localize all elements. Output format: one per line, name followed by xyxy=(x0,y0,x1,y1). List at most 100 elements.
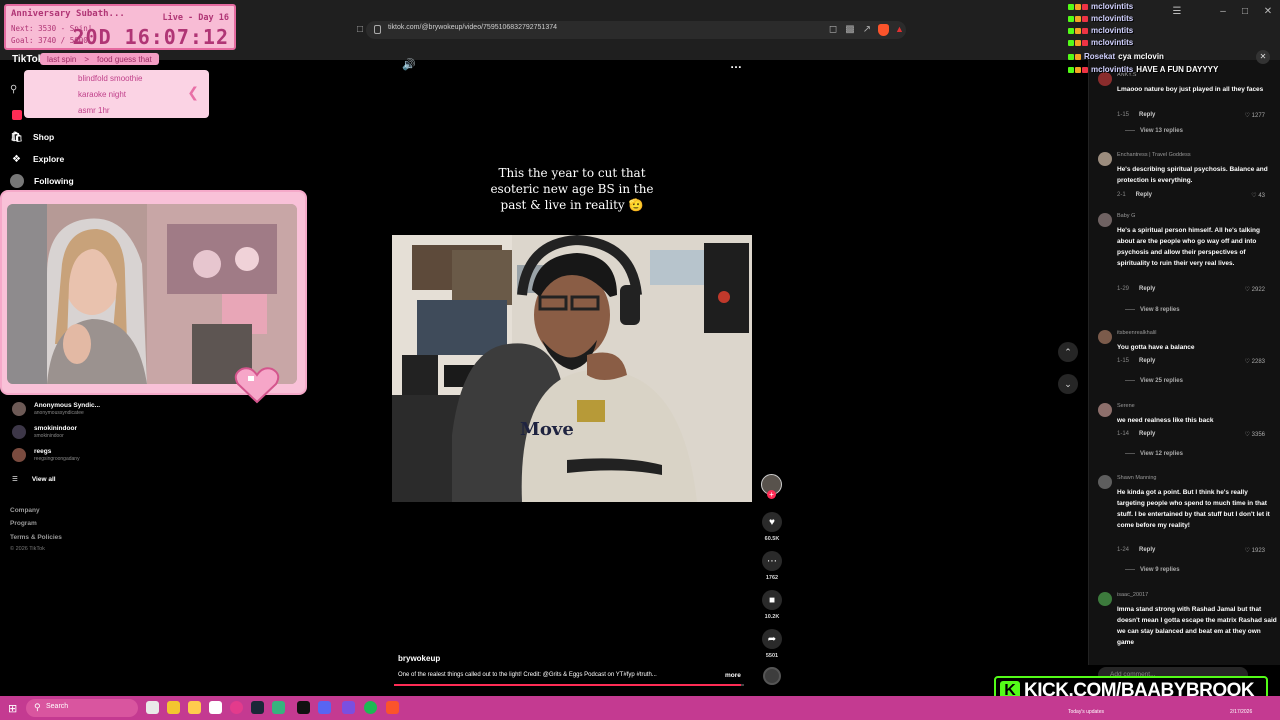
comment-time: 1-15 xyxy=(1117,358,1130,364)
taskbar-updates[interactable]: Today's updates xyxy=(1068,709,1104,715)
account-name: smokinindoor xyxy=(34,425,77,432)
avatar[interactable] xyxy=(1098,152,1112,166)
chat-message: mclovintits xyxy=(1068,26,1136,35)
translate-icon[interactable]: ◻ xyxy=(828,25,838,35)
comment-user[interactable]: Shawn Manning xyxy=(1117,475,1156,481)
address-bar[interactable]: tiktok.com/@brywokeup/video/759510683279… xyxy=(366,21,906,39)
comment-likes[interactable]: ♡ 1923 xyxy=(1245,547,1265,554)
site-info-icon[interactable] xyxy=(374,25,381,34)
comment-button[interactable]: ⋯ 1762 xyxy=(761,551,783,581)
comment-likes[interactable]: ♡ 3356 xyxy=(1245,431,1265,438)
comment-user[interactable]: isaac_20017 xyxy=(1117,592,1148,598)
comment-likes[interactable]: ♡ 1277 xyxy=(1245,112,1265,119)
brave-icon[interactable] xyxy=(386,701,399,714)
reply-button[interactable]: Reply xyxy=(1139,358,1155,364)
comment-user[interactable]: Serene xyxy=(1117,403,1135,409)
app-icon[interactable] xyxy=(342,701,355,714)
bookmark-icon[interactable]: □ xyxy=(355,25,365,35)
view-replies-link[interactable]: View 25 replies xyxy=(1125,378,1183,384)
footer-terms-link[interactable]: Terms & Policies xyxy=(10,534,62,541)
avatar[interactable] xyxy=(1098,475,1112,489)
following-account[interactable]: Anonymous Syndic... anonymoussyndicatee xyxy=(12,402,100,416)
like-button[interactable]: ♥ 60.5K xyxy=(761,512,783,542)
more-link[interactable]: more xyxy=(725,672,741,679)
following-account[interactable]: reegs reegsingroongadany xyxy=(12,448,80,462)
share-button[interactable]: ➦ 5501 xyxy=(761,629,783,659)
follow-plus-icon[interactable]: + xyxy=(767,490,776,499)
windows-start-icon[interactable]: ⊞ xyxy=(8,702,17,715)
reply-button[interactable]: Reply xyxy=(1139,431,1155,437)
view-replies-link[interactable]: View 8 replies xyxy=(1125,307,1180,313)
more-options-icon[interactable]: … xyxy=(730,57,742,71)
comment-likes[interactable]: ♡ 43 xyxy=(1251,192,1265,199)
brave-rewards-icon[interactable]: ▲ xyxy=(895,24,905,34)
reply-button[interactable]: Reply xyxy=(1139,112,1155,118)
video-progress-bar[interactable] xyxy=(394,684,744,686)
comment-meta: 1-14 Reply xyxy=(1117,431,1155,437)
taskbar-search[interactable]: ⚲ Search xyxy=(26,699,138,717)
discord-icon[interactable] xyxy=(318,701,331,714)
view-replies-link[interactable]: View 12 replies xyxy=(1125,451,1183,457)
sidebar-item-explore[interactable]: ❖ Explore xyxy=(10,150,64,168)
comment-text: He's a spiritual person himself. All he'… xyxy=(1117,227,1260,267)
comment-user[interactable]: itsbeenrealkhalil xyxy=(1117,330,1156,336)
account-name: Anonymous Syndic... xyxy=(34,402,101,409)
music-disc-icon[interactable] xyxy=(763,667,781,685)
like-count: 2283 xyxy=(1251,359,1265,365)
avatar[interactable] xyxy=(1098,403,1112,417)
footer-company-link[interactable]: Company xyxy=(10,507,40,514)
heart-icon: ♥ xyxy=(762,512,782,532)
view-replies-link[interactable]: View 13 replies xyxy=(1125,128,1183,134)
comment-likes[interactable]: ♡ 2283 xyxy=(1245,358,1265,365)
app-icon[interactable] xyxy=(272,701,285,714)
like-count: 1923 xyxy=(1251,548,1265,554)
file-explorer-icon[interactable] xyxy=(167,701,180,714)
task-view-icon[interactable] xyxy=(146,701,159,714)
comment-likes[interactable]: ♡ 2922 xyxy=(1245,286,1265,293)
spotify-icon[interactable] xyxy=(364,701,377,714)
tiktok-icon[interactable] xyxy=(297,701,310,714)
view-all-link[interactable]: ☰ View all xyxy=(12,475,56,484)
taskbar-date[interactable]: 2/17/2026 xyxy=(1230,709,1252,715)
photos-icon[interactable] xyxy=(209,701,222,714)
brave-shields-icon[interactable] xyxy=(878,24,889,36)
tiktok-logo[interactable]: TikTok xyxy=(12,54,43,65)
avatar[interactable] xyxy=(1098,330,1112,344)
share-icon: ➦ xyxy=(762,629,782,649)
video-frame[interactable]: Move xyxy=(392,235,752,502)
reply-button[interactable]: Reply xyxy=(1139,286,1155,292)
reply-button[interactable]: Reply xyxy=(1136,192,1152,198)
install-icon[interactable]: ▩ xyxy=(845,25,855,35)
share-icon[interactable]: ↗ xyxy=(862,25,872,35)
avatar xyxy=(12,448,26,462)
search-icon[interactable]: ⚲ xyxy=(10,84,17,95)
chat-nick: mclovintits xyxy=(1091,14,1134,23)
following-account[interactable]: smokinindoor smokinindoor xyxy=(12,425,77,439)
reply-button[interactable]: Reply xyxy=(1139,547,1155,553)
last-spin-label: last spin xyxy=(47,54,77,64)
sidebar-item-shop[interactable]: 🛍 Shop xyxy=(10,128,54,146)
avatar[interactable] xyxy=(1098,213,1112,227)
chevron-up-icon: ⌃ xyxy=(1064,346,1072,357)
view-replies-link[interactable]: View 9 replies xyxy=(1125,567,1180,573)
steam-icon[interactable] xyxy=(251,701,264,714)
volume-icon[interactable]: 🔊 xyxy=(402,58,416,71)
folder-icon[interactable] xyxy=(188,701,201,714)
avatar xyxy=(10,174,24,188)
comment-user[interactable]: Enchantress | Travel Goddess xyxy=(1117,152,1191,158)
comment-user[interactable]: Baby G xyxy=(1117,213,1135,219)
sidebar-item-following[interactable]: Following xyxy=(10,172,74,190)
save-button[interactable]: ■ 10.2K xyxy=(761,590,783,620)
comment-meta: 1-24 Reply xyxy=(1117,547,1155,553)
avatar[interactable] xyxy=(1098,592,1112,606)
previous-video-button[interactable]: ⌃ xyxy=(1058,342,1078,362)
list-icon: ☰ xyxy=(12,476,18,483)
comments-panel[interactable]: ANKY.S Lmaooo nature boy just played in … xyxy=(1088,60,1280,665)
pointer-arrow-icon: ❮ xyxy=(187,84,199,100)
video-author[interactable]: brywokeup xyxy=(398,654,440,663)
footer-program-link[interactable]: Program xyxy=(10,520,37,527)
home-icon[interactable] xyxy=(12,110,22,120)
app-icon[interactable] xyxy=(230,701,243,714)
next-video-button[interactable]: ⌄ xyxy=(1058,374,1078,394)
chat-message: mclovintits xyxy=(1068,2,1136,11)
